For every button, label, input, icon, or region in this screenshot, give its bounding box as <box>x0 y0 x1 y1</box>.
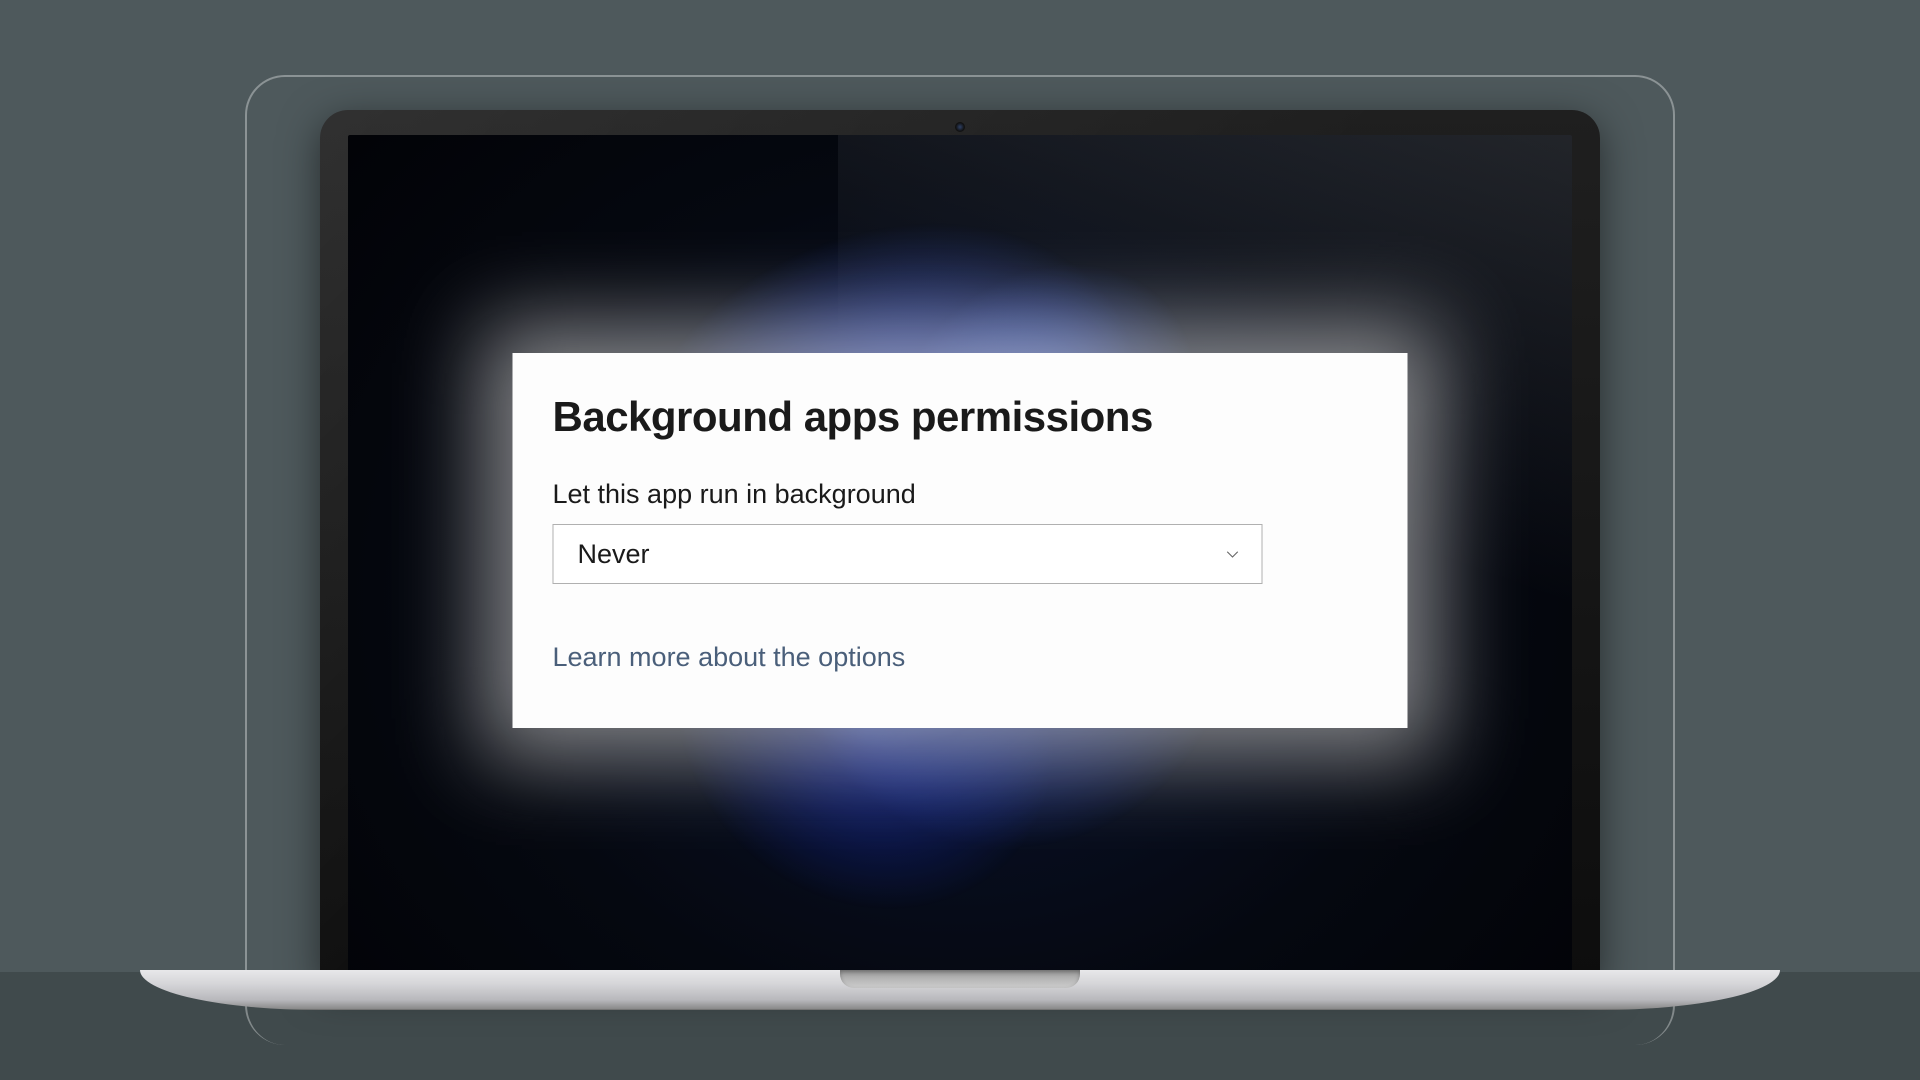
setting-label: Let this app run in background <box>553 479 1368 510</box>
webcam-icon <box>955 122 965 132</box>
laptop-screen: Background apps permissions Let this app… <box>348 135 1572 980</box>
dropdown-selected-value: Never <box>578 539 650 570</box>
laptop-chassis: Background apps permissions Let this app… <box>320 110 1600 980</box>
learn-more-link[interactable]: Learn more about the options <box>553 642 1368 673</box>
chevron-down-icon <box>1224 545 1242 563</box>
laptop-base <box>140 970 1780 1010</box>
laptop-notch <box>840 970 1080 988</box>
dialog-title: Background apps permissions <box>553 393 1368 441</box>
permissions-dialog: Background apps permissions Let this app… <box>513 353 1408 728</box>
background-permission-dropdown[interactable]: Never <box>553 524 1263 584</box>
